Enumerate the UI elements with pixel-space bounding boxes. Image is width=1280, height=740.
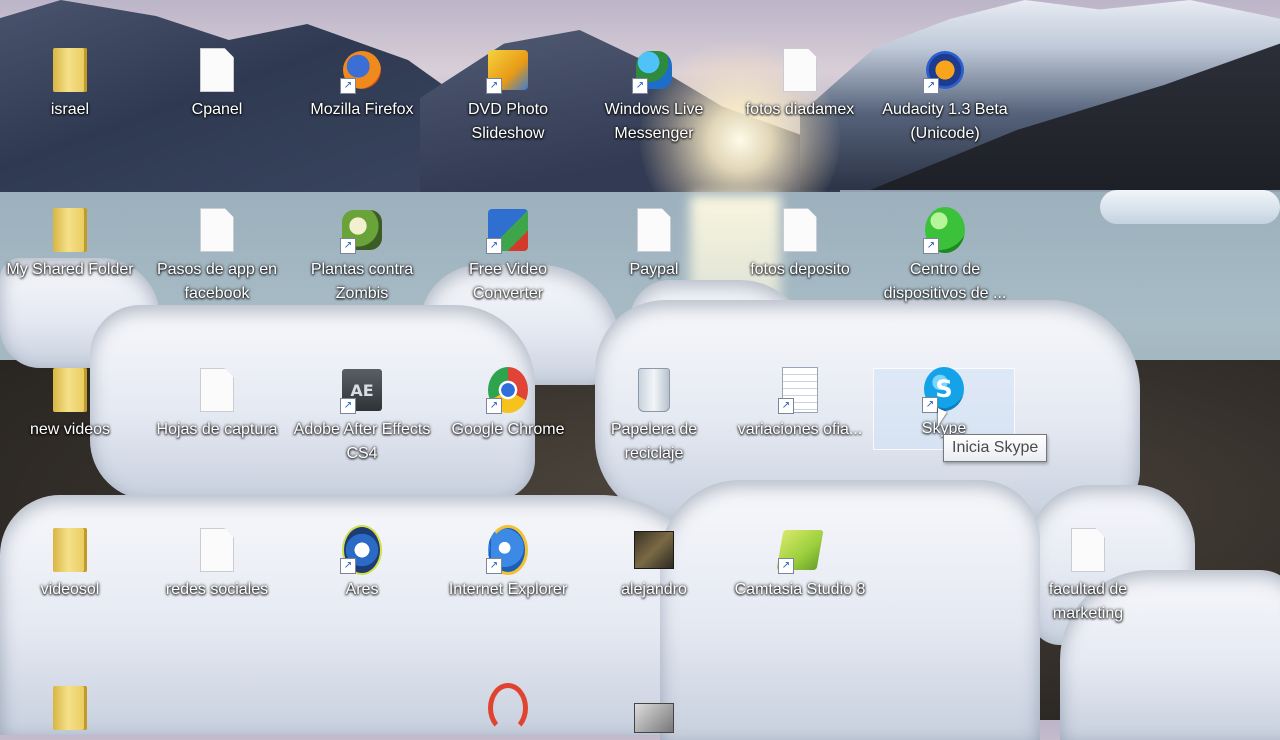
wallpaper-ice bbox=[1100, 190, 1280, 224]
desktop-icon-label: My Shared Folder bbox=[6, 261, 134, 278]
desktop-icon-google-chrome[interactable]: ↗ Google Chrome bbox=[438, 367, 578, 442]
desktop-icon-label: Cpanel bbox=[191, 101, 243, 118]
desktop-icon-fotos-deposito[interactable]: fotos deposito bbox=[730, 208, 870, 282]
image-icon bbox=[634, 531, 674, 569]
desktop-icon-internet-explorer[interactable]: ↗ Internet Explorer bbox=[438, 525, 578, 602]
shortcut-arrow-icon: ↗ bbox=[632, 78, 648, 94]
desktop-icon-camtasia-studio[interactable]: ↗ Camtasia Studio 8 bbox=[730, 530, 870, 602]
folder-icon bbox=[53, 48, 87, 92]
desktop-icon-centro-de-dispositivos[interactable]: ↗ Centro de dispositivos de ... bbox=[875, 207, 1015, 306]
desktop-icon-audacity[interactable]: ↗ Audacity 1.3 Beta (Unicode) bbox=[875, 50, 1015, 146]
desktop-icon-label: Pasos de app en facebook bbox=[156, 261, 278, 302]
desktop-icon-alejandro[interactable]: alejandro bbox=[584, 530, 724, 602]
shortcut-arrow-icon: ↗ bbox=[778, 558, 794, 574]
desktop-icon-label: fotos deposito bbox=[750, 261, 850, 278]
document-icon bbox=[200, 368, 234, 412]
desktop-icon-dvd-photo-slideshow[interactable]: ↗ DVD Photo Slideshow bbox=[438, 50, 578, 146]
shortcut-arrow-icon: ↗ bbox=[486, 398, 502, 414]
desktop-icon-windows-live-messenger[interactable]: ↗ Windows Live Messenger bbox=[584, 50, 724, 146]
desktop-icon-cpanel[interactable]: Cpanel bbox=[147, 48, 287, 122]
desktop-icon-label: Paypal bbox=[629, 261, 679, 278]
desktop-icon-label: Mozilla Firefox bbox=[310, 101, 414, 118]
shortcut-arrow-icon: ↗ bbox=[340, 78, 356, 94]
desktop-icon-my-shared-folder[interactable]: My Shared Folder bbox=[0, 208, 140, 282]
shortcut-arrow-icon: ↗ bbox=[486, 78, 502, 94]
desktop-icon-label: variaciones ofia... bbox=[737, 421, 863, 438]
desktop-icon-label: Plantas contra Zombis bbox=[310, 261, 414, 302]
desktop-icon-label: fotos diadamex bbox=[745, 101, 855, 118]
app-icon bbox=[488, 683, 528, 733]
desktop-icon-label: Adobe After Effects CS4 bbox=[293, 421, 431, 462]
desktop-icon-label: Ares bbox=[345, 581, 379, 598]
desktop-icon-papelera-de-reciclaje[interactable]: Papelera de reciclaje bbox=[584, 368, 724, 466]
document-icon bbox=[637, 208, 671, 252]
desktop-icon-label: Papelera de reciclaje bbox=[610, 421, 698, 462]
desktop-icon-label: redes sociales bbox=[165, 581, 269, 598]
document-icon bbox=[783, 208, 817, 252]
desktop-icon-label: Internet Explorer bbox=[448, 581, 568, 598]
document-icon bbox=[200, 208, 234, 252]
desktop-icon-paypal[interactable]: Paypal bbox=[584, 208, 724, 282]
desktop-icon-partial[interactable] bbox=[584, 698, 724, 738]
shortcut-arrow-icon: ↗ bbox=[340, 558, 356, 574]
desktop-icon-label: DVD Photo Slideshow bbox=[467, 101, 549, 142]
shortcut-arrow-icon: ↗ bbox=[923, 238, 939, 254]
desktop-icon-facultad-de-marketing[interactable]: facultad de marketing bbox=[1018, 528, 1158, 626]
desktop-icon-variaciones[interactable]: ↗ variaciones ofia... bbox=[730, 367, 870, 442]
desktop-icon-label: Free Video Converter bbox=[469, 261, 547, 302]
desktop-icon-label: Centro de dispositivos de ... bbox=[883, 261, 1007, 302]
desktop-icon-label: Camtasia Studio 8 bbox=[734, 581, 866, 598]
desktop-icon-label: israel bbox=[50, 101, 90, 118]
desktop-icon-new-videos[interactable]: new videos bbox=[0, 368, 140, 442]
desktop-icon-label: facultad de marketing bbox=[1048, 581, 1128, 622]
desktop-icon-label: Windows Live Messenger bbox=[604, 101, 704, 142]
shortcut-arrow-icon: ↗ bbox=[778, 398, 794, 414]
mouse-cursor-icon bbox=[938, 408, 947, 426]
desktop-icon-partial[interactable] bbox=[0, 686, 140, 730]
desktop-icon-label: videosol bbox=[40, 581, 100, 598]
desktop-icon-hojas-de-captura[interactable]: Hojas de captura bbox=[147, 368, 287, 442]
shortcut-arrow-icon: ↗ bbox=[486, 238, 502, 254]
desktop-icon-partial[interactable] bbox=[438, 683, 578, 733]
desktop-icon-ares[interactable]: ↗ Ares bbox=[292, 525, 432, 602]
desktop-icon-label: Google Chrome bbox=[451, 421, 565, 438]
folder-icon bbox=[53, 208, 87, 252]
shortcut-arrow-icon: ↗ bbox=[340, 238, 356, 254]
desktop-icon-adobe-after-effects[interactable]: AE ↗ Adobe After Effects CS4 bbox=[292, 369, 432, 466]
folder-icon bbox=[53, 368, 87, 412]
recycle-bin-icon bbox=[638, 368, 670, 412]
desktop-icon-label: Audacity 1.3 Beta (Unicode) bbox=[882, 101, 1008, 142]
desktop-icon-mozilla-firefox[interactable]: ↗ Mozilla Firefox bbox=[292, 50, 432, 122]
document-icon bbox=[783, 48, 817, 92]
desktop-icon-plantas-contra-zombis[interactable]: ↗ Plantas contra Zombis bbox=[292, 210, 432, 306]
desktop-icon-redes-sociales[interactable]: redes sociales bbox=[147, 528, 287, 602]
document-icon bbox=[200, 48, 234, 92]
folder-icon bbox=[53, 686, 87, 730]
desktop-icon-label: new videos bbox=[29, 421, 111, 438]
desktop-icon-label: Hojas de captura bbox=[156, 421, 278, 438]
shortcut-arrow-icon: ↗ bbox=[922, 397, 938, 413]
desktop-icon-free-video-converter[interactable]: ↗ Free Video Converter bbox=[438, 209, 578, 306]
desktop-icon-fotos-diadamex[interactable]: fotos diadamex bbox=[730, 48, 870, 122]
folder-icon bbox=[53, 528, 87, 572]
shortcut-arrow-icon: ↗ bbox=[340, 398, 356, 414]
desktop-icon-pasos-de-app[interactable]: Pasos de app en facebook bbox=[147, 208, 287, 306]
image-icon bbox=[634, 703, 674, 733]
document-icon bbox=[1071, 528, 1105, 572]
skype-tooltip: Inicia Skype bbox=[943, 434, 1048, 462]
desktop-icon-israel[interactable]: israel bbox=[0, 48, 140, 122]
shortcut-arrow-icon: ↗ bbox=[486, 558, 502, 574]
desktop-icon-label: alejandro bbox=[621, 581, 687, 598]
shortcut-arrow-icon: ↗ bbox=[923, 78, 939, 94]
document-icon bbox=[200, 528, 234, 572]
desktop-icon-videosol[interactable]: videosol bbox=[0, 528, 140, 602]
